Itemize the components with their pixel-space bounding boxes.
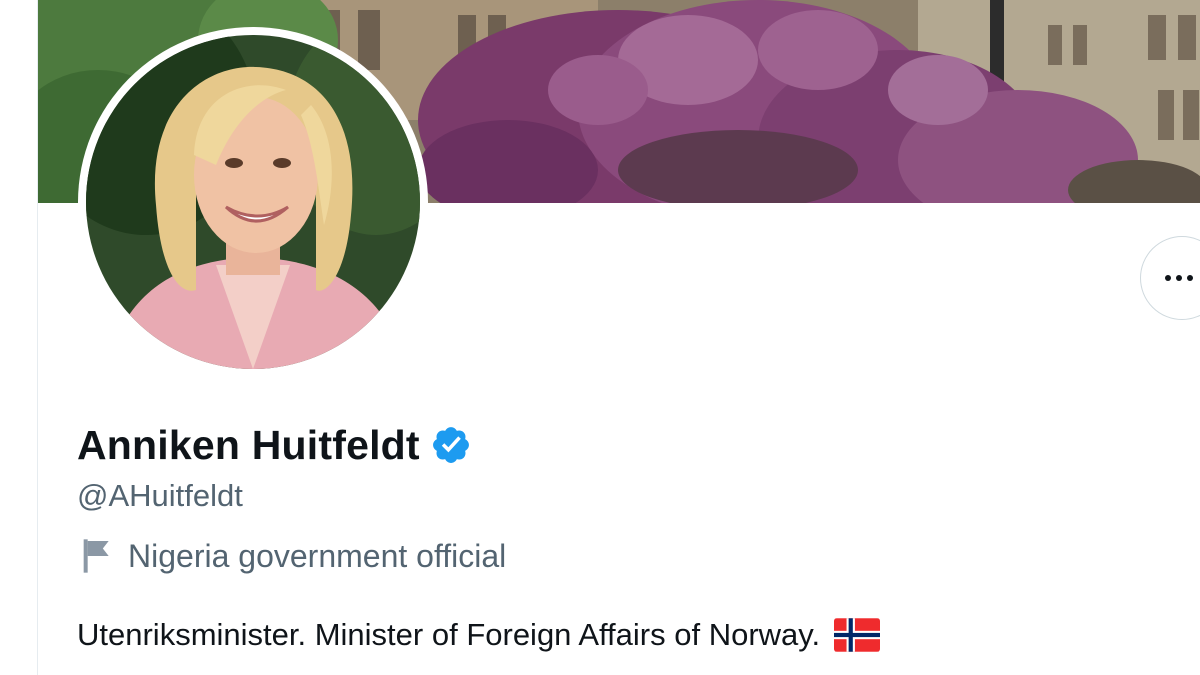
display-name-row: Anniken Huitfeldt	[77, 420, 472, 470]
more-horizontal-icon	[1165, 275, 1193, 281]
left-gutter	[0, 0, 37, 675]
profile-page: Anniken Huitfeldt @AHuitfeldt Nigeria go…	[0, 0, 1200, 675]
user-handle: @AHuitfeldt	[77, 478, 243, 513]
bio: Utenriksminister. Minister of Foreign Af…	[77, 613, 881, 657]
display-name: Anniken Huitfeldt	[77, 421, 420, 468]
norway-flag-icon	[834, 618, 881, 652]
government-label-text: Nigeria government official	[128, 537, 507, 574]
flag-icon	[83, 539, 109, 573]
government-label[interactable]: Nigeria government official	[80, 534, 506, 578]
avatar-image	[86, 35, 420, 369]
bio-text: Utenriksminister. Minister of Foreign Af…	[77, 617, 821, 652]
avatar[interactable]	[78, 27, 428, 377]
verified-badge-icon[interactable]	[430, 424, 472, 466]
more-options-button[interactable]	[1140, 236, 1200, 320]
